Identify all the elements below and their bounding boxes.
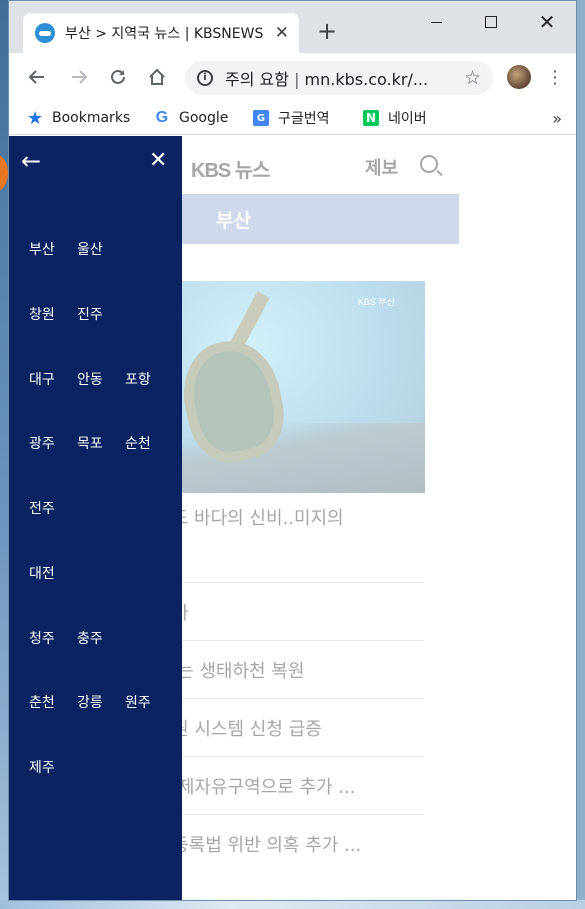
region-link-jinju[interactable]: 진주 — [77, 302, 125, 328]
region-link-jeju[interactable]: 제주 — [29, 755, 77, 781]
tab-close-icon[interactable]: ✕ — [275, 23, 289, 43]
region-link-gangneung[interactable]: 강릉 — [77, 690, 125, 716]
region-drawer: ← ✕ 부산 울산 창원 진주 대구 안동 포항 광주 목포 순천 전주 대전 … — [9, 136, 182, 900]
maximize-button[interactable] — [468, 7, 514, 37]
reload-icon — [111, 69, 125, 84]
region-link-chungju[interactable]: 충주 — [77, 626, 125, 652]
reload-button[interactable] — [106, 65, 130, 89]
bookmark-label: Google — [179, 110, 229, 126]
bookmark-google-translate[interactable]: G 구글번역 — [253, 107, 330, 129]
kbs-logo[interactable]: KBS 뉴스 — [191, 154, 271, 183]
region-link-ulsan[interactable]: 울산 — [77, 237, 125, 263]
region-row: 제주 — [29, 755, 77, 781]
region-link-busan[interactable]: 부산 — [29, 237, 77, 263]
address-separator: | — [294, 70, 300, 89]
report-link[interactable]: 제보 — [365, 154, 398, 180]
bookmarks-overflow-icon[interactable]: » — [552, 109, 562, 128]
back-button[interactable] — [25, 65, 49, 89]
region-link-jeonju[interactable]: 전주 — [29, 496, 77, 522]
home-button[interactable] — [145, 65, 169, 89]
region-link-mokpo[interactable]: 목포 — [77, 431, 125, 457]
desktop-background-bottom — [0, 900, 585, 909]
region-link-gwangju[interactable]: 광주 — [29, 431, 77, 457]
region-link-pohang[interactable]: 포항 — [125, 367, 173, 393]
region-row: 부산 울산 — [29, 237, 125, 263]
home-icon — [149, 68, 165, 85]
chrome-menu-icon[interactable]: ⋮ — [543, 65, 567, 89]
forward-arrow-icon — [72, 70, 88, 84]
region-row: 대전 — [29, 561, 77, 587]
minimize-icon — [430, 21, 442, 23]
maximize-icon — [485, 16, 497, 28]
bookmarks-bar: ★ Bookmarks G Google G 구글번역 N 네이버 » — [9, 101, 576, 135]
bookmark-label: Bookmarks — [52, 110, 131, 126]
page-viewport: KBS 뉴스 제보 부산 KBS 부산 ①적도 바다의 신비..미지의 엇박자 … — [9, 136, 576, 900]
browser-toolbar: i 주의 요함 | mn.kbs.co.kr/... ☆ ⋮ — [9, 53, 576, 101]
security-label: 주의 요함 — [225, 70, 289, 89]
address-bar[interactable]: i 주의 요함 | mn.kbs.co.kr/... ☆ — [185, 61, 493, 95]
google-icon: G — [155, 109, 169, 126]
region-link-daegu[interactable]: 대구 — [29, 367, 77, 393]
region-link-cheongju[interactable]: 청주 — [29, 626, 77, 652]
kbs-favicon-icon — [35, 23, 55, 43]
address-text: 주의 요함 | mn.kbs.co.kr/... — [225, 66, 461, 90]
bookmark-bookmarks[interactable]: ★ Bookmarks — [27, 107, 130, 129]
browser-window: 부산 > 지역국 뉴스 | KBSNEWS ✕ + ✕ i 주의 요함 | mn… — [8, 0, 577, 901]
forward-button[interactable] — [67, 65, 91, 89]
tab-title: 부산 > 지역국 뉴스 | KBSNEWS — [65, 26, 264, 42]
profile-avatar[interactable] — [507, 65, 531, 89]
region-row: 춘천 강릉 원주 — [29, 690, 173, 716]
star-icon: ★ — [26, 107, 44, 129]
thumbnail-watermark: KBS 부산 — [357, 297, 395, 307]
region-row: 청주 충주 — [29, 626, 125, 652]
news-headline[interactable]: ①적도 바다의 신비..미지의 — [139, 504, 439, 530]
bookmark-google[interactable]: G Google — [154, 107, 229, 129]
new-tab-button[interactable]: + — [313, 17, 341, 45]
region-link-andong[interactable]: 안동 — [77, 367, 125, 393]
back-arrow-icon[interactable]: ← — [21, 149, 45, 174]
bookmark-label: 네이버 — [388, 111, 427, 127]
region-title: 부산 — [216, 210, 251, 232]
back-arrow-icon — [28, 70, 44, 84]
address-url: mn.kbs.co.kr/... — [304, 70, 429, 89]
bookmark-star-icon[interactable]: ☆ — [464, 67, 481, 89]
region-row: 전주 — [29, 496, 77, 522]
minimize-button[interactable] — [413, 7, 459, 37]
region-link-chuncheon[interactable]: 춘천 — [29, 690, 77, 716]
region-link-changwon[interactable]: 창원 — [29, 302, 77, 328]
region-row: 창원 진주 — [29, 302, 125, 328]
bookmark-label: 구글번역 — [278, 111, 330, 127]
browser-tab[interactable]: 부산 > 지역국 뉴스 | KBSNEWS ✕ — [23, 13, 299, 53]
close-window-button[interactable]: ✕ — [524, 7, 570, 37]
info-icon[interactable]: i — [197, 70, 213, 86]
google-translate-icon: G — [253, 110, 269, 126]
region-row: 대구 안동 포항 — [29, 367, 173, 393]
region-row: 광주 목포 순천 — [29, 431, 173, 457]
close-icon[interactable]: ✕ — [149, 150, 169, 174]
naver-icon: N — [363, 110, 379, 126]
bookmark-naver[interactable]: N 네이버 — [363, 107, 427, 129]
region-link-suncheon[interactable]: 순천 — [125, 431, 173, 457]
search-icon[interactable] — [420, 155, 438, 173]
region-link-daejeon[interactable]: 대전 — [29, 561, 77, 587]
title-bar: 부산 > 지역국 뉴스 | KBSNEWS ✕ + ✕ — [9, 1, 576, 53]
region-link-wonju[interactable]: 원주 — [125, 690, 173, 716]
